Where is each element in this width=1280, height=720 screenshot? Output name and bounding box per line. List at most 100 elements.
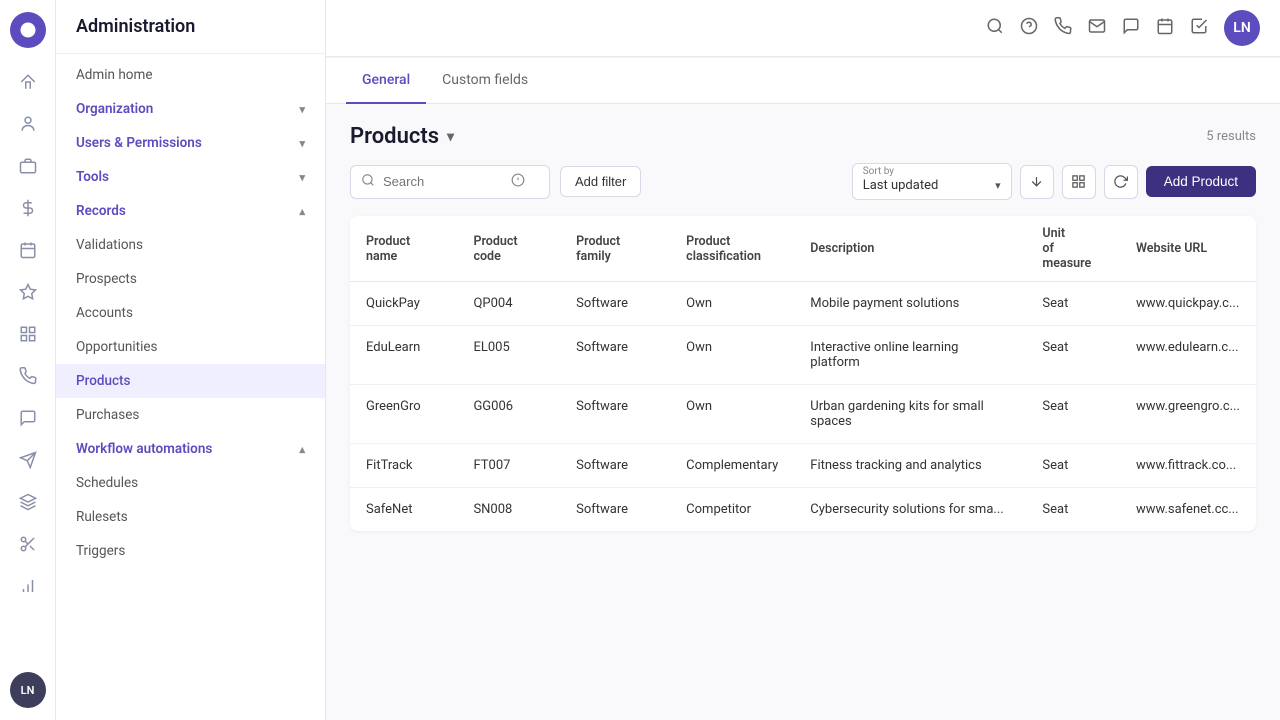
nav-send-icon[interactable]: [10, 442, 46, 478]
col-product-name: Product name: [350, 216, 457, 282]
sidebar-products-label: Products: [76, 373, 130, 389]
table-row[interactable]: FitTrack FT007 Software Complementary Fi…: [350, 444, 1256, 488]
nav-chat-icon[interactable]: [10, 400, 46, 436]
sidebar-item-tools[interactable]: Tools ▾: [56, 160, 325, 194]
topbar-tasks-icon[interactable]: [1190, 17, 1208, 40]
cell-product-family: Software: [560, 326, 670, 385]
products-dropdown-arrow[interactable]: ▾: [447, 129, 454, 145]
table-row[interactable]: GreenGro GG006 Software Own Urban garden…: [350, 385, 1256, 444]
cell-product-name: FitTrack: [350, 444, 457, 488]
topbar-chat-icon[interactable]: [1122, 17, 1140, 40]
main-content: General Custom fields Products ▾ 5 resul…: [326, 58, 1280, 720]
info-icon[interactable]: [511, 173, 525, 191]
cell-unit: Seat: [1026, 444, 1120, 488]
tab-general[interactable]: General: [346, 58, 426, 104]
sidebar-item-triggers[interactable]: Triggers: [56, 534, 325, 568]
icon-bar: LN: [0, 0, 56, 720]
user-avatar-icon[interactable]: LN: [10, 672, 46, 708]
results-count: 5 results: [1206, 129, 1256, 144]
products-title: Products ▾: [350, 124, 454, 149]
cell-product-family: Software: [560, 488, 670, 532]
sidebar-item-schedules[interactable]: Schedules: [56, 466, 325, 500]
nav-people-icon[interactable]: [10, 106, 46, 142]
cell-description: Cybersecurity solutions for sma...: [794, 488, 1026, 532]
cell-product-classification: Own: [670, 385, 794, 444]
topbar-phone-icon[interactable]: [1054, 17, 1072, 40]
nav-calendar-icon[interactable]: [10, 232, 46, 268]
search-input[interactable]: [383, 174, 503, 189]
cell-product-name: EduLearn: [350, 326, 457, 385]
topbar-help-icon[interactable]: [1020, 17, 1038, 40]
tabs-bar: General Custom fields: [326, 58, 1280, 104]
sort-value: Last updated: [863, 178, 939, 193]
cell-description: Urban gardening kits for small spaces: [794, 385, 1026, 444]
sidebar-item-purchases[interactable]: Purchases: [56, 398, 325, 432]
sidebar-item-records[interactable]: Records ▴: [56, 194, 325, 228]
chevron-down-icon: ▾: [299, 103, 305, 116]
cell-product-classification: Competitor: [670, 488, 794, 532]
col-description: Description: [794, 216, 1026, 282]
cell-product-family: Software: [560, 385, 670, 444]
cell-url: www.fittrack.co...: [1120, 444, 1256, 488]
nav-scissors-icon[interactable]: [10, 526, 46, 562]
cell-url: www.greengro.c...: [1120, 385, 1256, 444]
nav-briefcase-icon[interactable]: [10, 148, 46, 184]
col-unit: Unitof measure: [1026, 216, 1120, 282]
sidebar-tools-label: Tools: [76, 169, 109, 185]
view-toggle-button[interactable]: [1062, 165, 1096, 199]
sidebar-item-rulesets[interactable]: Rulesets: [56, 500, 325, 534]
table-row[interactable]: QuickPay QP004 Software Own Mobile payme…: [350, 282, 1256, 326]
sidebar-users-permissions-label: Users & Permissions: [76, 135, 202, 151]
topbar-search-icon[interactable]: [986, 17, 1004, 40]
cell-url: www.quickpay.c...: [1120, 282, 1256, 326]
products-section: Products ▾ 5 results Add filter: [326, 104, 1280, 551]
refresh-button[interactable]: [1104, 165, 1138, 199]
sidebar-accounts-label: Accounts: [76, 305, 133, 321]
topbar-user-avatar[interactable]: LN: [1224, 10, 1260, 46]
topbar-calendar-icon[interactable]: [1156, 17, 1174, 40]
sidebar-item-users-permissions[interactable]: Users & Permissions ▾: [56, 126, 325, 160]
nav-star-icon[interactable]: [10, 274, 46, 310]
sort-by-label: Sort by: [863, 166, 1001, 177]
top-bar: LN: [326, 0, 1280, 57]
sidebar-header: Administration: [56, 0, 325, 54]
nav-dollar-icon[interactable]: [10, 190, 46, 226]
sidebar-item-workflow-automations[interactable]: Workflow automations ▴: [56, 432, 325, 466]
tab-custom-fields[interactable]: Custom fields: [426, 58, 544, 104]
cell-product-classification: Own: [670, 282, 794, 326]
add-product-button[interactable]: Add Product: [1146, 166, 1256, 197]
sidebar-admin-home-label: Admin home: [76, 67, 152, 83]
sidebar-title: Administration: [76, 16, 305, 37]
nav-grid-icon[interactable]: [10, 316, 46, 352]
nav-phone-icon[interactable]: [10, 358, 46, 394]
sidebar-item-products[interactable]: Products: [56, 364, 325, 398]
sidebar-item-opportunities[interactable]: Opportunities: [56, 330, 325, 364]
sidebar-rulesets-label: Rulesets: [76, 509, 128, 525]
table-row[interactable]: SafeNet SN008 Software Competitor Cybers…: [350, 488, 1256, 532]
sidebar-triggers-label: Triggers: [76, 543, 125, 559]
sidebar-item-organization[interactable]: Organization ▾: [56, 92, 325, 126]
nav-home-icon[interactable]: [10, 64, 46, 100]
sidebar-item-admin-home[interactable]: Admin home: [56, 58, 325, 92]
col-product-classification: Productclassification: [670, 216, 794, 282]
cell-unit: Seat: [1026, 282, 1120, 326]
sidebar-workflow-label: Workflow automations: [76, 441, 212, 457]
main-area: LN General Custom fields Products ▾ 5 re…: [326, 0, 1280, 720]
topbar-mail-icon[interactable]: [1088, 17, 1106, 40]
sidebar-item-validations[interactable]: Validations: [56, 228, 325, 262]
sort-direction-button[interactable]: [1020, 165, 1054, 199]
cell-product-family: Software: [560, 282, 670, 326]
sort-select[interactable]: Sort by Last updated ▾: [852, 163, 1012, 200]
search-box[interactable]: [350, 165, 550, 199]
sidebar-item-prospects[interactable]: Prospects: [56, 262, 325, 296]
sidebar-item-accounts[interactable]: Accounts: [56, 296, 325, 330]
add-filter-button[interactable]: Add filter: [560, 166, 641, 197]
cell-product-classification: Complementary: [670, 444, 794, 488]
nav-layers-icon[interactable]: [10, 484, 46, 520]
sidebar-section-admin: Admin home Organization ▾ Users & Permis…: [56, 54, 325, 572]
table-row[interactable]: EduLearn EL005 Software Own Interactive …: [350, 326, 1256, 385]
cell-description: Fitness tracking and analytics: [794, 444, 1026, 488]
app-logo[interactable]: [10, 12, 46, 48]
nav-bar-chart-icon[interactable]: [10, 568, 46, 604]
topbar-user-initials: LN: [1233, 20, 1250, 36]
